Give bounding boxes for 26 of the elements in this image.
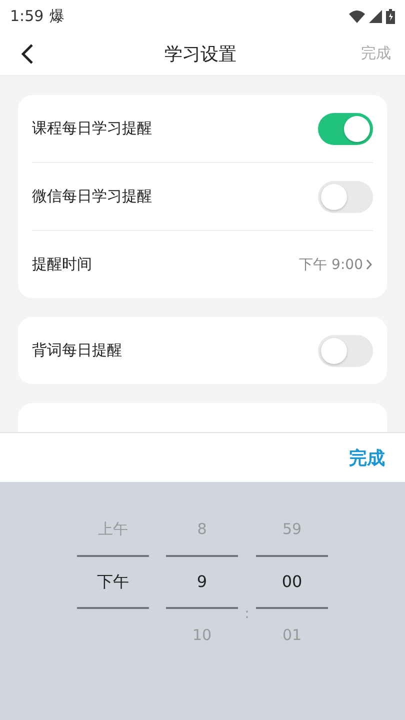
setting-label: 课程每日学习提醒	[32, 119, 153, 138]
toggle-switch[interactable]	[318, 112, 373, 144]
setting-label: 背词每日提醒	[32, 341, 123, 360]
picker-option[interactable]: 上午	[98, 519, 128, 539]
done-button[interactable]: 完成	[361, 44, 391, 63]
wifi-icon	[349, 10, 365, 22]
toggle-switch[interactable]	[318, 180, 373, 212]
toggle-switch[interactable]	[318, 334, 373, 366]
signal-icon	[369, 10, 382, 22]
picker-option[interactable]: 10	[192, 625, 212, 645]
picker-option[interactable]: 下午	[97, 572, 129, 592]
notification-icon: 爆	[50, 6, 65, 26]
setting-label: 提醒时间	[32, 255, 93, 274]
setting-label: 微信每日学习提醒	[32, 187, 153, 206]
picker-option[interactable]: 59	[282, 519, 302, 539]
confirm-button[interactable]: 完成	[349, 446, 385, 470]
status-time: 1:59	[10, 7, 44, 25]
chevron-icon	[366, 259, 373, 270]
battery-icon	[386, 8, 395, 24]
time-separator: :	[244, 605, 250, 624]
picker-option[interactable]: 8	[197, 519, 207, 539]
picker-option[interactable]: 01	[282, 625, 302, 645]
picker-option[interactable]: 00	[282, 572, 302, 592]
time-value[interactable]: 下午 9:00	[299, 256, 373, 274]
picker-option[interactable]: 9	[196, 572, 208, 592]
page-title: 学习设置	[164, 42, 238, 66]
